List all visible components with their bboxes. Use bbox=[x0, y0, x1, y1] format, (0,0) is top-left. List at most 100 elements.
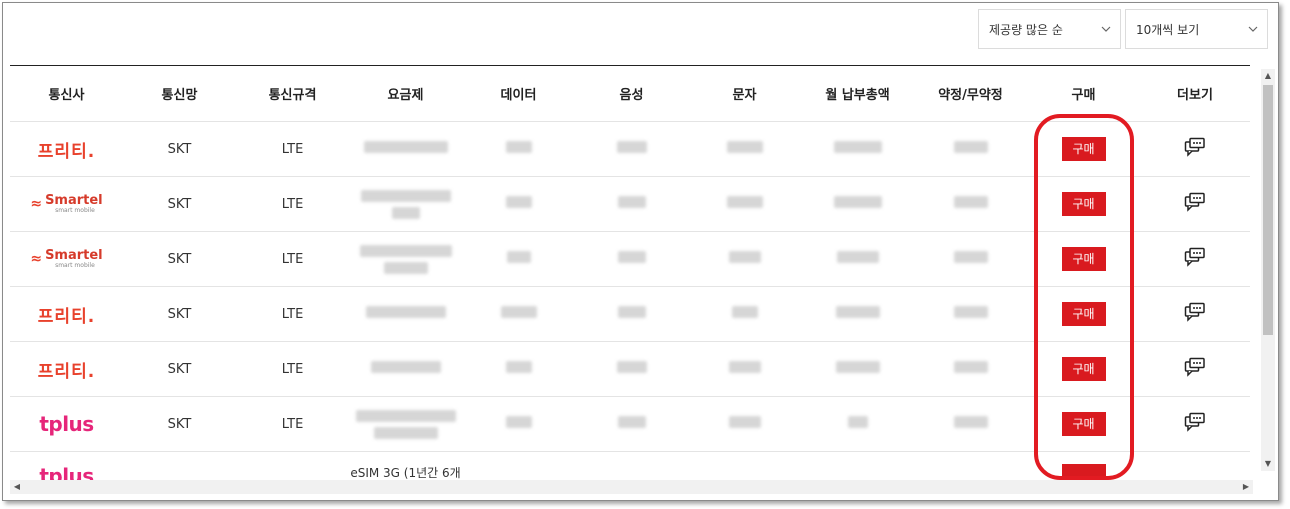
contract-cell-redacted bbox=[914, 121, 1027, 177]
buy-button[interactable]: 구매 bbox=[1061, 137, 1106, 161]
network-cell: SKT bbox=[123, 231, 236, 287]
carrier-logo-tplus: tplus bbox=[39, 412, 94, 436]
plan-table-container[interactable]: 통신사 통신망 통신규격 요금제 데이터 음성 문자 월 납부총액 약정/무약정… bbox=[10, 65, 1270, 494]
plan-table: 통신사 통신망 통신규격 요금제 데이터 음성 문자 월 납부총액 약정/무약정… bbox=[10, 65, 1250, 494]
chat-bubbles-icon[interactable] bbox=[1184, 247, 1206, 267]
scroll-up-arrow-icon[interactable]: ▲ bbox=[1261, 69, 1275, 83]
horizontal-scroll-thumb[interactable] bbox=[26, 483, 1226, 491]
sms-cell-redacted bbox=[688, 341, 801, 397]
standard-cell: LTE bbox=[236, 176, 349, 232]
window-frame: 제공량 많은 순 10개씩 보기 통신사 통신망 통신규격 요금제 데이터 음성… bbox=[2, 2, 1279, 501]
sort-select[interactable]: 제공량 많은 순 bbox=[978, 9, 1121, 49]
network-cell: SKT bbox=[123, 286, 236, 342]
chat-bubbles-icon[interactable] bbox=[1184, 412, 1206, 432]
smartel-wing-icon: ≈ bbox=[30, 196, 43, 212]
total-cell-redacted bbox=[801, 396, 914, 452]
table-row: ≈ Smartel smart mobile SKT LTE 구매 bbox=[10, 231, 1250, 287]
plan-cell-redacted bbox=[349, 396, 462, 452]
plan-cell-redacted bbox=[349, 286, 462, 342]
table-row: 프리티. SKT LTE 구매 bbox=[10, 341, 1250, 397]
voice-cell-redacted bbox=[575, 341, 688, 397]
table-header-row: 통신사 통신망 통신규격 요금제 데이터 음성 문자 월 납부총액 약정/무약정… bbox=[10, 65, 1250, 122]
sms-cell-redacted bbox=[688, 176, 801, 232]
header-plan: 요금제 bbox=[349, 65, 462, 122]
contract-cell-redacted bbox=[914, 286, 1027, 342]
contract-cell-redacted bbox=[914, 231, 1027, 287]
sms-cell-redacted bbox=[688, 121, 801, 177]
sort-select-value: 제공량 많은 순 bbox=[989, 22, 1063, 37]
sms-cell-redacted bbox=[688, 231, 801, 287]
carrier-logo-smartel: ≈ Smartel smart mobile bbox=[30, 248, 103, 269]
plan-cell-redacted bbox=[349, 121, 462, 177]
smartel-wing-icon: ≈ bbox=[30, 251, 43, 267]
carrier-logo-smartel: ≈ Smartel smart mobile bbox=[30, 193, 103, 214]
header-more: 더보기 bbox=[1140, 65, 1250, 122]
contract-cell-redacted bbox=[914, 396, 1027, 452]
vertical-scrollbar[interactable]: ▲ ▼ bbox=[1261, 69, 1275, 471]
buy-button[interactable] bbox=[1061, 464, 1106, 476]
voice-cell-redacted bbox=[575, 396, 688, 452]
header-monthly-total: 월 납부총액 bbox=[801, 65, 914, 122]
network-cell: SKT bbox=[123, 121, 236, 177]
carrier-logo-freet: 프리티. bbox=[37, 361, 96, 382]
header-voice: 음성 bbox=[575, 65, 688, 122]
plan-cell-redacted bbox=[349, 231, 462, 287]
total-cell-redacted bbox=[801, 286, 914, 342]
total-cell-redacted bbox=[801, 231, 914, 287]
network-cell: SKT bbox=[123, 176, 236, 232]
voice-cell-redacted bbox=[575, 176, 688, 232]
network-cell: SKT bbox=[123, 341, 236, 397]
buy-button[interactable]: 구매 bbox=[1061, 357, 1106, 381]
total-cell-redacted bbox=[801, 341, 914, 397]
total-cell-redacted bbox=[801, 176, 914, 232]
carrier-logo-freet: 프리티. bbox=[37, 306, 96, 327]
data-cell-redacted bbox=[462, 286, 575, 342]
sms-cell-redacted bbox=[688, 286, 801, 342]
buy-button[interactable]: 구매 bbox=[1061, 412, 1106, 436]
buy-button[interactable]: 구매 bbox=[1061, 247, 1106, 271]
standard-cell: LTE bbox=[236, 121, 349, 177]
list-controls: 제공량 많은 순 10개씩 보기 bbox=[978, 9, 1268, 49]
header-standard: 통신규격 bbox=[236, 65, 349, 122]
header-network: 통신망 bbox=[123, 65, 236, 122]
contract-cell-redacted bbox=[914, 341, 1027, 397]
data-cell-redacted bbox=[462, 121, 575, 177]
voice-cell-redacted bbox=[575, 121, 688, 177]
scroll-down-arrow-icon[interactable]: ▼ bbox=[1261, 457, 1275, 471]
page-size-select-value: 10개씩 보기 bbox=[1136, 22, 1200, 37]
standard-cell: LTE bbox=[236, 286, 349, 342]
chat-bubbles-icon[interactable] bbox=[1184, 357, 1206, 377]
chat-bubbles-icon[interactable] bbox=[1184, 137, 1206, 157]
voice-cell-redacted bbox=[575, 286, 688, 342]
standard-cell: LTE bbox=[236, 231, 349, 287]
data-cell-redacted bbox=[462, 341, 575, 397]
scroll-left-arrow-icon[interactable]: ◀ bbox=[10, 480, 24, 494]
standard-cell: LTE bbox=[236, 341, 349, 397]
header-buy: 구매 bbox=[1027, 65, 1140, 122]
header-contract: 약정/무약정 bbox=[914, 65, 1027, 122]
chat-bubbles-icon[interactable] bbox=[1184, 302, 1206, 322]
sms-cell-redacted bbox=[688, 396, 801, 452]
chat-bubbles-icon[interactable] bbox=[1184, 192, 1206, 212]
data-cell-redacted bbox=[462, 396, 575, 452]
data-cell-redacted bbox=[462, 231, 575, 287]
buy-button[interactable]: 구매 bbox=[1061, 302, 1106, 326]
scroll-right-arrow-icon[interactable]: ▶ bbox=[1239, 480, 1253, 494]
table-row: tplus SKT LTE 구매 bbox=[10, 396, 1250, 452]
table-row: 프리티. SKT LTE 구매 bbox=[10, 286, 1250, 342]
network-cell: SKT bbox=[123, 396, 236, 452]
chevron-down-icon bbox=[1247, 23, 1259, 35]
header-data: 데이터 bbox=[462, 65, 575, 122]
vertical-scroll-thumb[interactable] bbox=[1263, 85, 1273, 335]
buy-button[interactable]: 구매 bbox=[1061, 192, 1106, 216]
total-cell-redacted bbox=[801, 121, 914, 177]
voice-cell-redacted bbox=[575, 231, 688, 287]
table-row: 프리티. SKT LTE 구매 bbox=[10, 121, 1250, 177]
chevron-down-icon bbox=[1100, 23, 1112, 35]
horizontal-scrollbar[interactable]: ◀ ▶ bbox=[10, 480, 1253, 494]
table-row: ≈ Smartel smart mobile SKT LTE 구매 bbox=[10, 176, 1250, 232]
contract-cell-redacted bbox=[914, 176, 1027, 232]
page-size-select[interactable]: 10개씩 보기 bbox=[1125, 9, 1268, 49]
carrier-logo-freet: 프리티. bbox=[37, 141, 96, 162]
plan-cell-redacted bbox=[349, 176, 462, 232]
